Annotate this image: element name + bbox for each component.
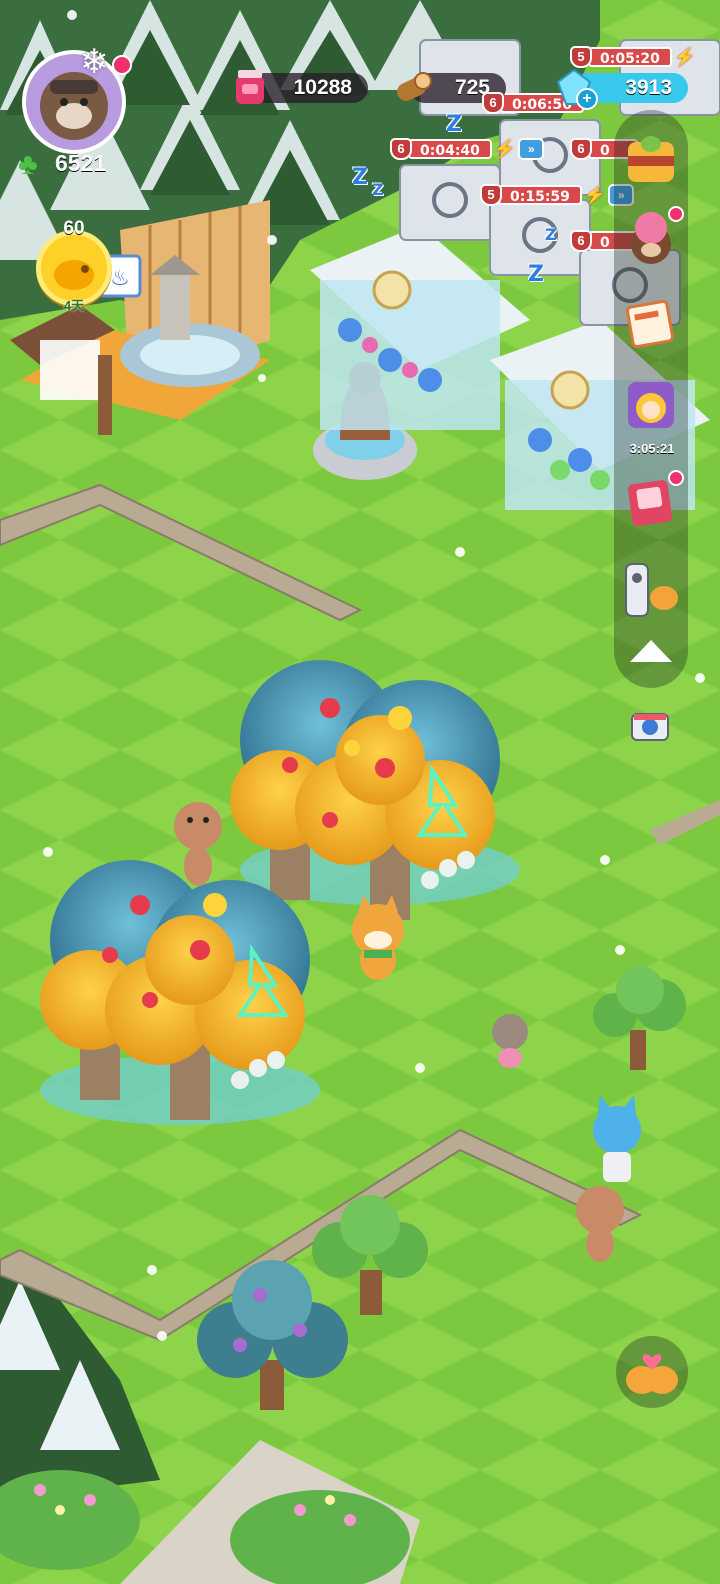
triangle-up-icon (630, 640, 672, 662)
camera-icon (631, 713, 669, 741)
golden-tree-left (40, 860, 320, 1125)
character-event-button[interactable] (620, 374, 682, 436)
event-level: 60 (63, 218, 85, 239)
lightning-icon: ⚡ (493, 138, 517, 159)
girl-character-icon (628, 382, 674, 428)
chick-friends-icon (626, 1354, 678, 1394)
log-icon (397, 72, 432, 101)
production-timer[interactable]: 5 0:15:59 ⚡ » (480, 184, 635, 206)
sleep-z-icon: Z (372, 180, 384, 199)
timer-level: 6 (570, 138, 592, 160)
event-days-left: 4天 (63, 298, 85, 313)
timer-level: 5 (570, 46, 592, 68)
timer-level: 5 (480, 184, 502, 206)
lightning-icon: ⚡ (673, 46, 697, 67)
clover-icon: ♣ (18, 148, 38, 181)
production-timer[interactable]: 6 0:04:40 ⚡ » (390, 138, 545, 160)
gem-value: 3913 (625, 76, 672, 99)
player-avatar[interactable] (22, 50, 126, 154)
add-gems-label: + (582, 90, 592, 107)
timer-time: 0:05:20 (588, 47, 672, 67)
timer-time: 0:15:59 (498, 185, 582, 205)
remote-icon (625, 563, 678, 617)
snowflake-icon: ❄ (80, 43, 109, 81)
sandwich-shop-button[interactable] (620, 128, 682, 190)
camera-button[interactable] (628, 704, 672, 748)
sleep-z-icon: Z (545, 225, 557, 244)
notification-dot (668, 470, 684, 486)
sleep-z-icon: Z (446, 112, 462, 137)
newspaper-icon (625, 299, 675, 349)
add-gems-button[interactable]: + (576, 88, 598, 110)
notification-dot (112, 55, 132, 75)
event-timer: 3:05:21 (629, 441, 675, 456)
sleep-z-icon: Z (352, 165, 368, 190)
lightning-icon: ⚡ (583, 184, 607, 205)
timer-level: 6 (482, 92, 504, 114)
svg-text:♨: ♨ (110, 266, 130, 291)
timer-level: 6 (570, 230, 592, 252)
friends-button[interactable] (616, 1336, 688, 1408)
notification-dot (668, 206, 684, 222)
jam-value: 10288 (293, 76, 352, 99)
speed-up-button[interactable]: » (518, 138, 545, 160)
clover-count: 6521 (55, 150, 107, 176)
news-button[interactable] (620, 292, 682, 354)
golden-pig-icon (54, 260, 94, 290)
remote-control-button[interactable] (620, 560, 682, 622)
jam-jar-icon (236, 70, 264, 104)
timer-time: 0:04:40 (408, 139, 492, 159)
sleep-z-icon: Z (528, 262, 544, 287)
collapse-sidebar-button[interactable] (620, 632, 682, 672)
sandwich-icon (628, 136, 674, 182)
production-timer[interactable]: 5 0:05:20 ⚡ (570, 46, 696, 68)
timer-level: 6 (390, 138, 412, 160)
